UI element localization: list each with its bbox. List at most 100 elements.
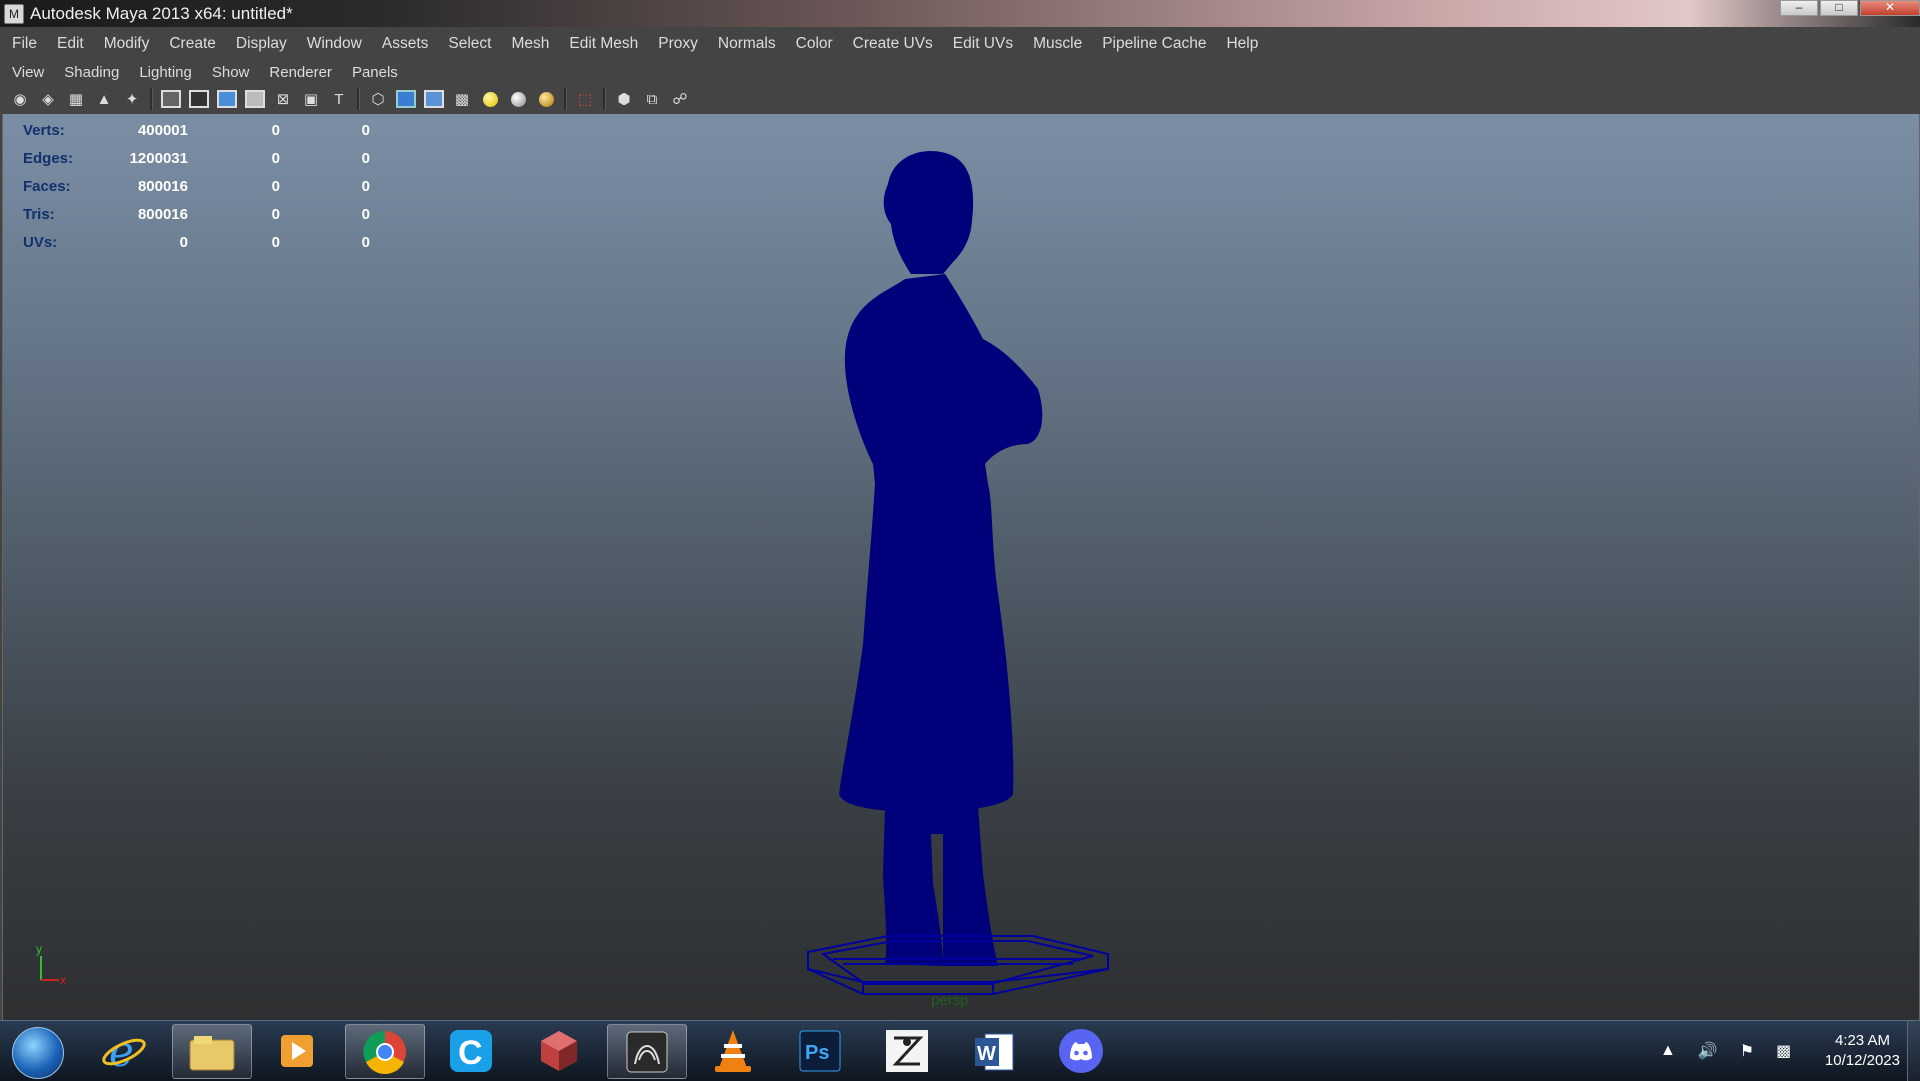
hud-value: 0 (271, 121, 280, 139)
zbrush-icon[interactable] (868, 1024, 946, 1077)
hud-label: UVs: (23, 233, 58, 251)
hud-value: 0 (361, 149, 370, 167)
safe-action-icon[interactable]: ▣ (299, 88, 323, 110)
hud-value: 0 (271, 149, 280, 167)
media-player-icon[interactable] (258, 1024, 336, 1077)
panel-menu-panels[interactable]: Panels (342, 64, 408, 81)
perspective-viewport[interactable]: Verts: 400001 0 0 Edges: 1200031 0 0 Fac… (2, 114, 1920, 1020)
menu-modify[interactable]: Modify (94, 35, 160, 53)
hud-value: 0 (361, 177, 370, 195)
photoshop-icon[interactable]: Ps (781, 1024, 859, 1077)
hud-value: 0 (361, 121, 370, 139)
menu-edit-uvs[interactable]: Edit UVs (943, 35, 1023, 53)
maximize-button[interactable]: □ (1820, 0, 1858, 16)
internet-explorer-icon[interactable]: e (85, 1024, 163, 1077)
bookmark-icon[interactable]: ▦ (64, 88, 88, 110)
start-button[interactable] (12, 1027, 64, 1079)
menu-create-uvs[interactable]: Create UVs (843, 35, 943, 53)
hud-value: 1200031 (129, 149, 188, 167)
share-icon[interactable]: ☍ (668, 88, 692, 110)
menu-window[interactable]: Window (297, 35, 372, 53)
wireframe-icon[interactable]: ⬡ (366, 88, 390, 110)
window-titlebar: M Autodesk Maya 2013 x64: untitled* – □ … (0, 0, 1920, 27)
window-controls: – □ ✕ (1778, 0, 1920, 16)
show-desktop-button[interactable] (1907, 1021, 1920, 1081)
menu-select[interactable]: Select (438, 35, 501, 53)
panel-menu-lighting[interactable]: Lighting (129, 64, 202, 81)
menu-help[interactable]: Help (1216, 35, 1268, 53)
gate-mask-icon[interactable] (243, 88, 267, 110)
hud-value: 800016 (137, 177, 188, 195)
shadows-icon[interactable] (506, 88, 530, 110)
panel-menu-shading[interactable]: Shading (54, 64, 129, 81)
camera-attributes-icon[interactable]: ◈ (36, 88, 60, 110)
toolbar-separator (564, 88, 567, 110)
hud-value: 0 (361, 205, 370, 223)
two-d-pan-zoom-icon[interactable]: ✦ (120, 88, 144, 110)
menu-mesh[interactable]: Mesh (501, 35, 559, 53)
menu-normals[interactable]: Normals (708, 35, 786, 53)
safe-title-icon[interactable]: T (327, 88, 351, 110)
textured-icon[interactable]: ▩ (450, 88, 474, 110)
xray-icon[interactable]: ⬢ (612, 88, 636, 110)
menu-edit[interactable]: Edit (47, 35, 94, 53)
select-camera-icon[interactable]: ◉ (8, 88, 32, 110)
panel-toolbar: ◉ ◈ ▦ ▲ ✦ ⊠ ▣ T ⬡ ▩ ⬚ ⬢ ⧉ ☍ (0, 84, 1920, 114)
statue-mesh[interactable] (793, 144, 1133, 1004)
network-icon[interactable]: ▩ (1776, 1041, 1791, 1061)
panel-menu-view[interactable]: View (0, 64, 54, 81)
high-quality-icon[interactable] (534, 88, 558, 110)
menu-color[interactable]: Color (786, 35, 843, 53)
vlc-icon[interactable] (694, 1024, 772, 1077)
menu-file[interactable]: File (0, 35, 47, 53)
close-button[interactable]: ✕ (1860, 0, 1920, 16)
resolution-gate-icon[interactable] (215, 88, 239, 110)
menu-edit-mesh[interactable]: Edit Mesh (559, 35, 648, 53)
grid-icon[interactable] (159, 88, 183, 110)
maya-app-icon[interactable]: M (4, 3, 24, 24)
field-chart-icon[interactable]: ⊠ (271, 88, 295, 110)
volume-icon[interactable]: 🔊 (1698, 1041, 1718, 1061)
taskbar-clock[interactable]: 4:23 AM 10/12/2023 (1825, 1031, 1900, 1071)
panel-menu-renderer[interactable]: Renderer (259, 64, 342, 81)
menu-pipeline-cache[interactable]: Pipeline Cache (1092, 35, 1216, 53)
discord-icon[interactable] (1042, 1024, 1120, 1077)
word-label: W (977, 1043, 996, 1065)
hud-value: 800016 (137, 205, 188, 223)
image-plane-icon[interactable]: ▲ (92, 88, 116, 110)
hud-row: UVs: 0 0 0 (23, 228, 370, 256)
hud-label: Verts: (23, 121, 65, 139)
film-gate-icon[interactable] (187, 88, 211, 110)
word-icon[interactable]: W (955, 1024, 1033, 1077)
window-title: Autodesk Maya 2013 x64: untitled* (30, 3, 293, 23)
hud-row: Faces: 800016 0 0 (23, 172, 370, 200)
chrome-icon[interactable] (345, 1024, 425, 1079)
hud-value: 0 (179, 233, 188, 251)
wireframe-on-shaded-icon[interactable] (422, 88, 446, 110)
xray-joints-icon[interactable]: ⧉ (640, 88, 664, 110)
hud-value: 0 (271, 205, 280, 223)
axis-x-label: x (60, 973, 66, 987)
isolate-select-icon[interactable]: ⬚ (573, 88, 597, 110)
menu-muscle[interactable]: Muscle (1023, 35, 1092, 53)
hud-value: 0 (361, 233, 370, 251)
maya-taskbar-icon[interactable] (607, 1024, 687, 1079)
menu-create[interactable]: Create (159, 35, 226, 53)
smooth-shade-icon[interactable] (394, 88, 418, 110)
menu-proxy[interactable]: Proxy (648, 35, 708, 53)
hud-value: 400001 (137, 121, 188, 139)
action-center-flag-icon[interactable]: ⚑ (1740, 1041, 1754, 1061)
panel-menu-show[interactable]: Show (202, 64, 260, 81)
minimize-button[interactable]: – (1780, 0, 1818, 16)
menu-display[interactable]: Display (226, 35, 297, 53)
main-menubar: File Edit Modify Create Display Window A… (0, 27, 1920, 62)
menu-assets[interactable]: Assets (372, 35, 439, 53)
use-all-lights-icon[interactable] (478, 88, 502, 110)
svg-text:C: C (458, 1034, 483, 1072)
show-hidden-icons-icon[interactable]: ▲ (1660, 1042, 1676, 1060)
file-explorer-icon[interactable] (172, 1024, 252, 1079)
hud-label: Edges: (23, 149, 74, 167)
ccleaner-icon[interactable]: C (432, 1024, 510, 1077)
clock-time: 4:23 AM (1834, 1032, 1890, 1049)
modeling-app-icon[interactable] (520, 1024, 598, 1077)
